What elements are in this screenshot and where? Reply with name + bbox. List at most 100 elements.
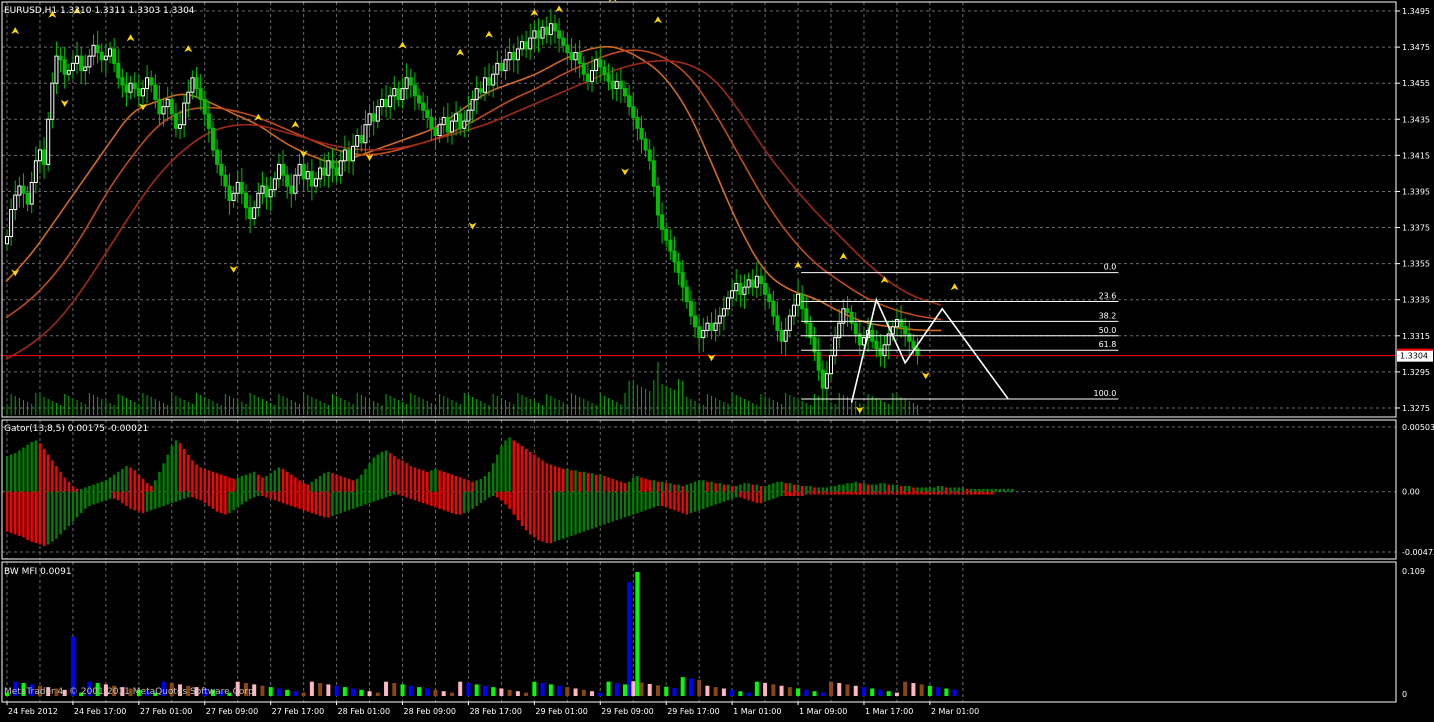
mfi-bar: [499, 688, 504, 696]
candle-body: [585, 73, 590, 82]
candle-body: [775, 315, 780, 331]
chart-canvas[interactable]: 0.0 23.6 38.2 50.0 61.8 100.0 1.3495 1.3475 1.3…: [0, 0, 1434, 718]
candle-body: [532, 30, 537, 39]
candle-body: [511, 52, 516, 61]
time-tick-label: 1 Mar 01:00: [733, 707, 781, 716]
price-tick-label: 1.3395: [1402, 187, 1430, 196]
candle-body: [33, 160, 38, 183]
main-chart-title: EURUSD,H1 1.3310 1.3311 1.3303 1.3304: [4, 6, 195, 16]
mfi-bar: [655, 685, 660, 696]
candle-body: [178, 124, 183, 129]
candle-body: [314, 178, 318, 187]
candle-body: [79, 55, 84, 72]
candle-body: [157, 98, 162, 115]
candle-body: [9, 209, 14, 238]
mfi-bar: [565, 687, 570, 696]
mfi-bar: [837, 683, 842, 696]
time-tick-label: 1 Mar 17:00: [865, 707, 913, 716]
candle-body: [116, 62, 121, 79]
candle-body: [13, 194, 18, 210]
gator-tick-label: -0.00472: [1402, 548, 1434, 557]
candle-body: [903, 326, 908, 335]
candle-body: [21, 185, 26, 194]
candle-body: [548, 23, 553, 35]
mfi-bar: [771, 684, 776, 696]
mfi-bar: [796, 688, 801, 696]
chart-window[interactable]: 0.0 23.6 38.2 50.0 61.8 100.0 1.3495 1.3475 1.3…: [0, 0, 1434, 718]
time-tick-label: 28 Feb 17:00: [469, 707, 521, 716]
candle-body: [149, 77, 154, 86]
mfi-bar: [433, 689, 438, 696]
mfi-bar: [738, 691, 743, 696]
mfi-bar: [606, 681, 611, 696]
candle-body: [305, 171, 310, 180]
candle-body: [829, 355, 833, 375]
mfi-bar: [936, 687, 941, 696]
candle-body: [734, 282, 739, 292]
candle-body: [50, 82, 55, 120]
mfi-bar-highlight: [627, 582, 632, 696]
candle-body: [239, 181, 244, 194]
candle-body: [742, 286, 747, 295]
mfi-bar: [623, 684, 627, 696]
candle-body: [758, 275, 763, 284]
candle-body: [404, 77, 409, 90]
time-tick-label: 29 Feb 17:00: [667, 707, 719, 716]
candle-body: [108, 48, 112, 57]
candle-body: [680, 272, 685, 288]
mfi-bar: [631, 681, 636, 696]
candle-body: [639, 127, 644, 140]
candle-body: [367, 113, 372, 126]
mfi-bar: [664, 686, 669, 696]
candle-body: [206, 113, 211, 129]
mfi-bar: [573, 688, 578, 696]
mfi-bar: [449, 692, 454, 696]
candle-body: [713, 322, 718, 331]
candle-body: [878, 347, 883, 357]
candle-body: [103, 55, 108, 61]
candle-body: [264, 185, 269, 198]
candle-body: [338, 160, 343, 176]
candle-body: [66, 70, 71, 75]
mfi-bar: [540, 683, 545, 696]
candle-body: [655, 185, 660, 216]
candle-body: [276, 163, 281, 180]
candle-body: [87, 55, 92, 68]
candle-body: [730, 290, 735, 299]
candle-body: [173, 113, 178, 129]
candle-body: [503, 59, 508, 72]
candle-body: [536, 30, 541, 39]
candle-body: [709, 322, 714, 331]
candle-body: [5, 236, 9, 245]
candle-body: [565, 44, 570, 54]
mfi-bar: [557, 685, 562, 696]
candle-body: [573, 52, 578, 61]
candle-body: [417, 95, 421, 104]
candle-body: [330, 160, 335, 169]
candle-body: [820, 369, 825, 389]
candle-body: [552, 23, 557, 32]
price-tick-label: 1.3435: [1402, 115, 1430, 124]
time-tick-label: 29 Feb 01:00: [535, 707, 587, 716]
candle-body: [577, 52, 582, 64]
candle-body: [388, 95, 393, 108]
candle-body: [614, 80, 619, 90]
candle-body: [507, 52, 512, 61]
mfi-tick-label: 0.109: [1402, 567, 1425, 576]
candle-body: [651, 160, 656, 187]
candle-body: [95, 44, 100, 54]
mfi-bar: [425, 688, 430, 696]
candle-body: [631, 106, 636, 118]
candle-body: [487, 77, 492, 86]
candle-body: [845, 308, 850, 313]
candle-body: [581, 62, 586, 75]
candle-body: [408, 77, 413, 86]
gator-tick-label: 0.00503: [1402, 423, 1434, 432]
mfi-bar: [812, 691, 817, 696]
candle-body: [746, 279, 751, 288]
candle-body: [75, 55, 80, 64]
candle-body: [136, 88, 141, 97]
mfi-bar: [903, 681, 908, 696]
candle-body: [112, 48, 117, 64]
current-price-tag-band: [1397, 348, 1433, 351]
